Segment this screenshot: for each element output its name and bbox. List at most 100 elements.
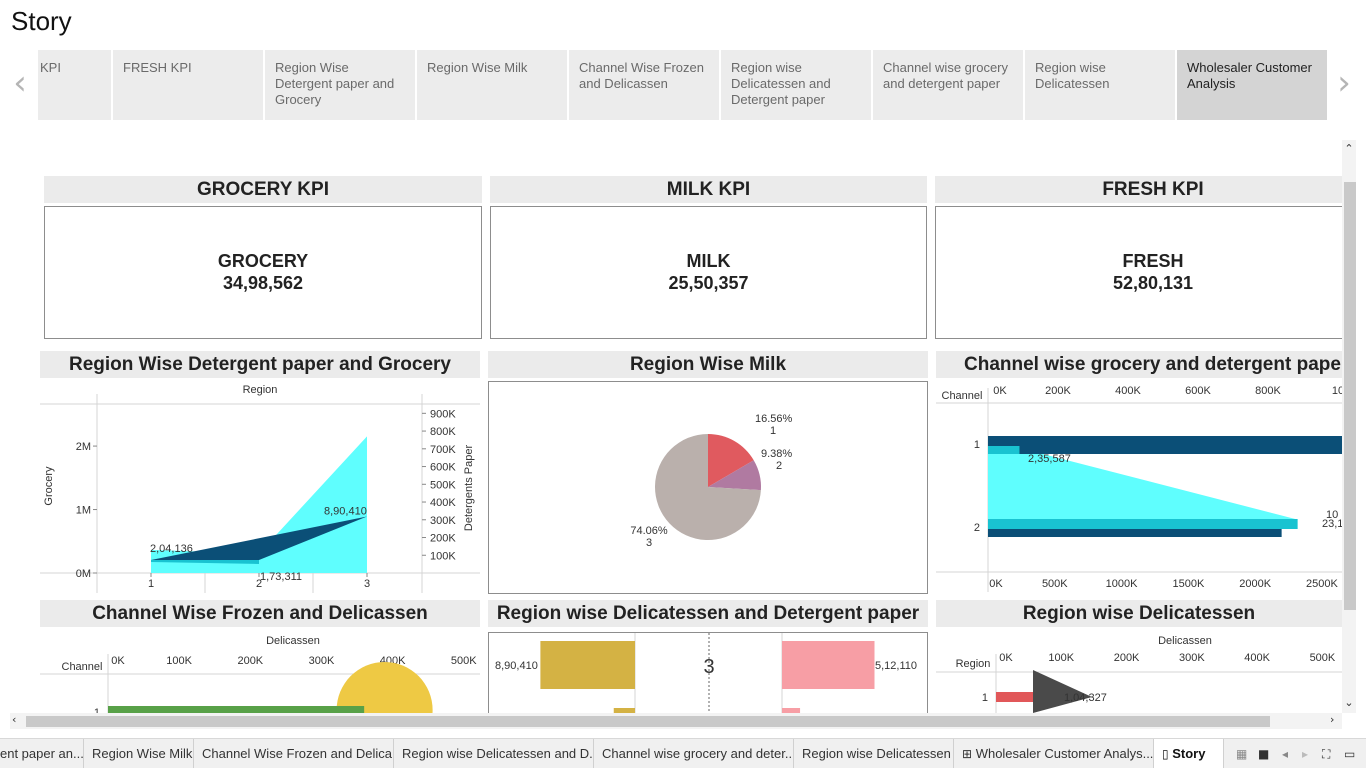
detergent-bar-1 <box>988 446 1020 454</box>
cw-frozen-deli-header: Channel Wise Frozen and Delicassen <box>40 600 480 627</box>
sheet-tab-rw-milk[interactable]: Region Wise Milk <box>84 739 194 768</box>
show-filmstrip-icon[interactable]: ▦ <box>1236 747 1247 761</box>
bottom-tick-label: 2000K <box>1239 578 1271 590</box>
scroll-left-icon[interactable]: ‹ <box>12 713 16 726</box>
category-label: 2 <box>974 522 980 534</box>
x-tick-label: 1 <box>148 578 154 590</box>
scroll-right-icon[interactable]: › <box>1330 713 1334 726</box>
scroll-down-icon[interactable]: ⌄ <box>1342 696 1356 709</box>
cw-grocery-det-chart: Channel 0K 200K 400K 600K 800K 10 0K 500K 1000K 15… <box>936 380 1342 596</box>
data-label: 1,73,311 <box>260 571 302 583</box>
story-point-cw-frozen-deli[interactable]: Channel Wise Frozen and Delicassen <box>569 50 719 120</box>
horizontal-scroll-thumb[interactable] <box>26 716 1270 727</box>
x-tick-label: 0K <box>111 655 125 667</box>
story-point-rw-detergent-grocery[interactable]: Region Wise Detergent paper and Grocery <box>265 50 415 120</box>
sheet-tab-cw-grocery-det[interactable]: Channel wise grocery and deter... <box>594 739 794 768</box>
horizontal-scrollbar[interactable]: ‹ › <box>10 713 1342 729</box>
grocery-bar-2 <box>988 529 1282 537</box>
delicassen-bar-1 <box>108 706 365 713</box>
sheet-tab-rw-deli[interactable]: Region wise Delicatessen <box>794 739 954 768</box>
y-axis-title: Region <box>956 658 991 670</box>
y2-tick-label: 300K <box>430 515 456 527</box>
story-point-cw-grocery-det[interactable]: Channel wise grocery and detergent paper <box>873 50 1023 120</box>
pie-percent-label: 9.38% <box>761 448 792 460</box>
prev-story-point-arrow[interactable]: ‹ <box>8 66 32 102</box>
fresh-kpi-value: 52,80,131 <box>1112 273 1194 293</box>
x-tick-label: 300K <box>309 655 335 667</box>
right-bar-1 <box>782 641 875 689</box>
x-tick-label: 0K <box>999 652 1013 664</box>
book-icon: ▯ <box>1162 747 1169 761</box>
y2-tick-label: 400K <box>430 497 456 509</box>
bottom-tick-label: 0K <box>989 578 1003 590</box>
right-data-label: 5,12,110 <box>875 660 917 672</box>
story-point-fresh-kpi[interactable]: FRESH KPI <box>113 50 263 120</box>
frozen-circle-mark <box>336 662 433 713</box>
grocery-kpi-header: GROCERY KPI <box>44 176 482 203</box>
sheet-tab-label: Story <box>1172 746 1206 761</box>
top-tick-label: 0K <box>993 385 1007 397</box>
milk-kpi-card: MILK 25,50,357 <box>490 206 927 339</box>
story-point-rw-milk[interactable]: Region Wise Milk <box>417 50 567 120</box>
y2-tick-label: 600K <box>430 462 456 474</box>
x-tick-label: 500K <box>1310 652 1336 664</box>
grocery-kpi-value: 34,98,562 <box>222 273 304 293</box>
sheet-tab-wholesaler-dashboard[interactable]: ⊞ Wholesaler Customer Analys... <box>954 739 1154 768</box>
milk-kpi-header: MILK KPI <box>490 176 927 203</box>
x-tick-label: 200K <box>237 655 263 667</box>
y-axis-title: Channel <box>942 390 983 402</box>
x-tick-label: 400K <box>1244 652 1270 664</box>
show-tabs-icon[interactable]: ■ <box>1258 747 1269 761</box>
top-tick-label: 800K <box>1255 385 1281 397</box>
milk-kpi-label: MILK <box>686 251 731 271</box>
next-story-point-arrow[interactable]: › <box>1332 66 1356 102</box>
detergent-bar-2 <box>988 519 1298 529</box>
pie-region-label: 2 <box>776 460 782 472</box>
x-axis-title: Delicassen <box>1158 635 1212 647</box>
cw-grocery-det-header: Channel wise grocery and detergent paper <box>936 351 1342 378</box>
story-point-rw-deli[interactable]: Region wise Delicatessen <box>1025 50 1175 120</box>
category-label: 1 <box>982 692 988 704</box>
sheet-tab-label: Wholesaler Customer Analys... <box>975 746 1154 761</box>
fullscreen-icon[interactable]: ⛶ <box>1322 747 1330 762</box>
delicassen-bar-1 <box>996 692 1034 702</box>
top-tick-label: 200K <box>1045 385 1071 397</box>
vertical-scrollbar[interactable]: ⌃ ⌄ <box>1342 140 1356 713</box>
pie-percent-label: 16.56% <box>755 413 793 425</box>
data-label: 2,04,136 <box>150 543 193 555</box>
y2-tick-label: 700K <box>430 444 456 456</box>
y2-tick-label: 500K <box>430 479 456 491</box>
vertical-scroll-thumb[interactable] <box>1344 182 1356 610</box>
top-tick-label: 10 <box>1332 385 1342 397</box>
pie-region-label: 1 <box>770 425 776 437</box>
sheet-tab-rw-det-grocery[interactable]: ent paper an... <box>0 739 84 768</box>
milk-kpi-value: 25,50,357 <box>668 273 749 293</box>
bottom-tick-label: 500K <box>1042 578 1068 590</box>
presentation-icon[interactable]: ▭ <box>1344 747 1355 761</box>
scroll-up-icon[interactable]: ⌃ <box>1342 142 1356 155</box>
x-tick-label: 100K <box>1048 652 1074 664</box>
x-tick-label: 300K <box>1179 652 1205 664</box>
x-tick-label: 200K <box>1114 652 1140 664</box>
sheet-tab-cw-frozen-deli[interactable]: Channel Wise Frozen and Delica... <box>194 739 394 768</box>
sheet-tab-rw-deli-det[interactable]: Region wise Delicatessen and D... <box>394 739 594 768</box>
next-sheet-icon[interactable]: ▸ <box>1302 747 1308 761</box>
x-tick-label: 500K <box>451 655 477 667</box>
story-point-rw-deli-det[interactable]: Region wise Delicatessen and Detergent p… <box>721 50 871 120</box>
y-tick-label: 1M <box>76 505 91 517</box>
story-point-kpi[interactable]: KPI <box>38 50 111 120</box>
story-title: Story <box>11 6 72 36</box>
dashboard-canvas: GROCERY KPI GROCERY 34,98,562 MILK KPI M… <box>0 140 1342 713</box>
y-tick-label: 2M <box>76 441 91 453</box>
story-point-wholesaler-analysis[interactable]: Wholesaler Customer Analysis <box>1177 50 1327 120</box>
sheet-tab-story[interactable]: ▯ Story <box>1154 739 1224 768</box>
left-data-label: 8,90,410 <box>495 660 538 672</box>
prev-sheet-icon[interactable]: ◂ <box>1282 747 1288 761</box>
bottom-tick-label: 1000K <box>1106 578 1138 590</box>
story-navigator: KPI FRESH KPI Region Wise Detergent pape… <box>38 50 1328 120</box>
top-tick-label: 600K <box>1185 385 1211 397</box>
left-bar-1 <box>540 641 635 689</box>
data-label: 1,04,327 <box>1064 692 1107 704</box>
x-tick-label: 100K <box>166 655 192 667</box>
data-label: 10 <box>1326 509 1338 521</box>
